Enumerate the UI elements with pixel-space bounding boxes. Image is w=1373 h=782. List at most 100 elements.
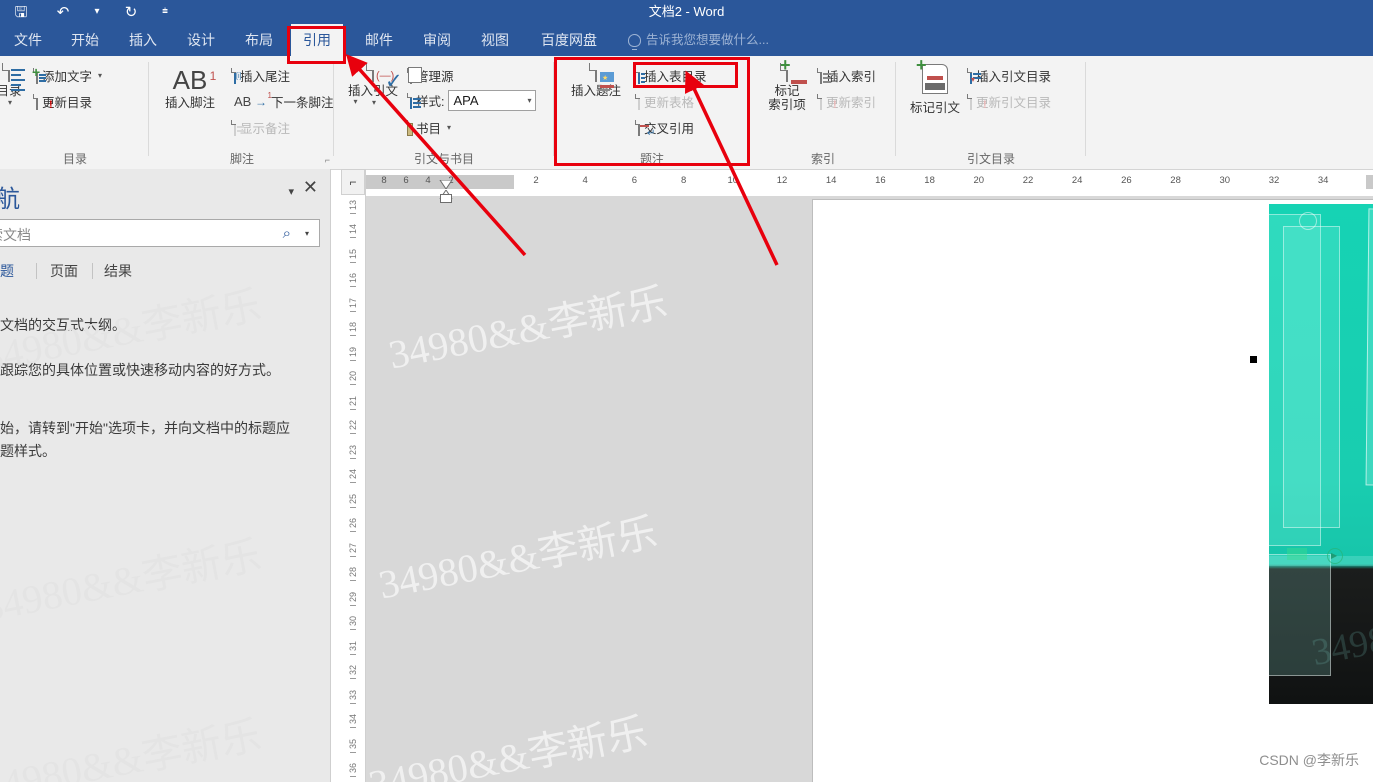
tell-me-search[interactable]: 告诉我您想要做什么... <box>628 24 769 56</box>
mark-entry-button[interactable]: + 标记 索引项 <box>756 56 818 112</box>
ribbon-group-citations: (—) ✓ 插入引文 ▾ 管理源 样式: APA ▾ 书目 ▾ 引文与书目 <box>334 56 554 169</box>
vertical-ruler-mark <box>350 506 356 508</box>
vertical-ruler-mark <box>350 727 356 728</box>
update-table-of-authorities-label: 更新引文目录 <box>976 96 1052 110</box>
tab-review[interactable]: 审阅 <box>408 24 466 56</box>
vertical-ruler-mark <box>350 776 356 777</box>
chevron-down-icon[interactable]: ▾ <box>447 123 451 132</box>
bibliography-button[interactable]: 书目 ▾ <box>407 118 451 137</box>
horizontal-ruler[interactable]: 8642246810121416182022242628303234 <box>366 175 1373 195</box>
tab-insert[interactable]: 插入 <box>114 24 172 56</box>
footnotes-dialog-launcher[interactable]: ⌐ <box>325 155 330 165</box>
ribbon-group-footnotes-label: 脚注 <box>229 152 254 166</box>
tab-design[interactable]: 设计 <box>172 24 230 56</box>
manage-sources-button[interactable]: 管理源 <box>408 66 454 85</box>
inserted-photo[interactable]: 常规 如果网络支持此功能，则可以获取自动指派的 IP 设置。否则， 您需要从网络… <box>1269 204 1373 704</box>
bibliography-label: 书目 <box>416 122 442 136</box>
horizontal-ruler-tick: 8 <box>680 175 687 186</box>
insert-endnote-button[interactable]: [i] 插入尾注 <box>234 66 290 85</box>
vertical-ruler-mark <box>350 286 356 287</box>
show-notes-button: 显示备注 <box>234 118 290 137</box>
insert-index-button[interactable]: 插入索引 <box>820 66 876 85</box>
tab-view[interactable]: 视图 <box>466 24 524 56</box>
add-text-label: 添加文字 <box>42 70 93 84</box>
chevron-down-icon[interactable]: ▾ <box>8 98 12 107</box>
insert-footnote-button[interactable]: AB 1 插入脚注 <box>154 66 226 110</box>
vertical-ruler-mark <box>350 604 356 606</box>
horizontal-ruler-tick: 10 <box>727 175 739 186</box>
chevron-down-icon[interactable]: ▾ <box>527 96 531 105</box>
vertical-ruler-mark <box>350 482 356 483</box>
ribbon-group-authorities-label: 引文目录 <box>966 152 1015 166</box>
horizontal-ruler-tick: 22 <box>1022 175 1034 186</box>
navigation-search-box[interactable]: 搜索文档 ⌕ ▾ <box>0 219 320 247</box>
update-index-icon: ! <box>820 93 837 111</box>
navigation-pane: 导航 ▾ ✕ 搜索文档 ⌕ ▾ 标题 页面 结果 创建文档的交互式大纲。 它是跟… <box>0 169 331 782</box>
update-table-of-authorities-button: ! 更新引文目录 <box>970 92 1051 111</box>
insert-table-of-authorities-button[interactable]: ▾ 插入引文目录 <box>970 66 1051 85</box>
insert-index-icon <box>820 67 831 84</box>
mark-entry-icon: + <box>780 56 807 84</box>
close-icon[interactable]: ✕ <box>303 178 318 196</box>
vertical-ruler-mark <box>350 408 356 410</box>
update-toc-button[interactable]: ! 更新目录 <box>36 92 92 111</box>
nav-tab-pages[interactable]: 页面 <box>50 261 78 281</box>
vertical-ruler-mark <box>350 702 356 704</box>
document-canvas[interactable]: 34980&&李新乐 34980&&李新乐 34980&&李新乐 常规 如果网络… <box>366 196 1373 782</box>
watermark: 34980&&李新乐 <box>384 279 671 378</box>
chevron-down-icon[interactable]: ▾ <box>372 98 376 107</box>
vertical-ruler-mark <box>350 359 356 361</box>
document-page[interactable]: 常规 如果网络支持此功能，则可以获取自动指派的 IP 设置。否则， 您需要从网络… <box>813 200 1373 782</box>
ribbon-group-toc-label: 目录 <box>62 152 87 166</box>
nav-tab-results[interactable]: 结果 <box>104 261 132 281</box>
annotation-box-insert-table-of-figures <box>633 62 738 88</box>
chevron-down-icon[interactable]: ▾ <box>305 229 309 238</box>
vertical-ruler-mark <box>350 384 356 385</box>
watermark: 34980&&李新乐 <box>0 712 265 782</box>
insert-endnote-label: 插入尾注 <box>240 70 291 84</box>
citation-style-select[interactable]: APA ▾ <box>448 90 537 111</box>
horizontal-ruler-tick: 6 <box>631 175 638 186</box>
object-anchor-marker <box>1250 356 1257 363</box>
insert-footnote-label: 插入脚注 <box>164 96 215 110</box>
ribbon-group-index: + 标记 索引项 插入索引 ! 更新索引 索引 <box>750 56 896 169</box>
mark-entry-label: 标记 索引项 <box>768 84 806 112</box>
mark-citation-icon: + <box>916 56 948 99</box>
add-text-button[interactable]: + 添加文字 ▾ <box>32 65 102 85</box>
tab-stop-selector[interactable]: ⌐ <box>341 169 365 195</box>
horizontal-ruler-tick: 28 <box>1170 175 1181 186</box>
watermark: 34980&&李新乐 <box>0 532 265 631</box>
search-icon[interactable]: ⌕ <box>283 225 291 242</box>
show-notes-icon <box>234 119 244 136</box>
tab-layout[interactable]: 布局 <box>230 24 288 56</box>
tab-home[interactable]: 开始 <box>56 24 114 56</box>
horizontal-ruler-tick: 16 <box>875 175 886 186</box>
horizontal-ruler-tick: 34 <box>1317 175 1329 186</box>
mark-citation-button[interactable]: + 标记引文 <box>902 56 968 115</box>
insert-citation-icon: (—) ✓ <box>372 63 403 92</box>
vertical-ruler[interactable]: 1213141516171819202122232425262728293031… <box>341 169 366 782</box>
chevron-down-icon[interactable]: ▾ <box>288 185 294 198</box>
ribbon-group-authorities: + 标记引文 ▾ 插入引文目录 ! 更新引文目录 引文目录 <box>896 56 1086 169</box>
vertical-ruler-mark <box>350 310 356 312</box>
ruler-margin-right <box>1366 175 1373 189</box>
tab-mailings[interactable]: 邮件 <box>350 24 408 56</box>
insert-citation-button[interactable]: (—) ✓ 插入引文 ▾ <box>338 63 408 107</box>
toc-icon <box>8 63 25 91</box>
tab-baidu-netdisk[interactable]: 百度网盘 <box>524 24 614 56</box>
tab-file[interactable]: 文件 <box>0 24 56 56</box>
horizontal-ruler-tick: 30 <box>1219 175 1231 186</box>
ribbon-group-citations-label: 引文与书目 <box>413 152 474 166</box>
horizontal-ruler-tick: 4 <box>425 175 431 186</box>
annotation-box-references-tab <box>287 26 346 64</box>
update-toc-icon: ! <box>36 93 53 111</box>
update-table-of-authorities-icon: ! <box>970 93 987 111</box>
vertical-ruler-mark <box>350 629 356 630</box>
next-footnote-label: 下一条脚注 <box>270 96 334 110</box>
chevron-down-icon[interactable]: ▾ <box>98 71 102 80</box>
nav-tab-headings[interactable]: 标题 <box>0 261 14 281</box>
lightbulb-icon <box>628 33 641 50</box>
watermark: 34980&&李新乐 <box>366 709 651 782</box>
left-indent-marker[interactable] <box>440 194 452 203</box>
first-line-indent-marker[interactable] <box>438 176 454 190</box>
